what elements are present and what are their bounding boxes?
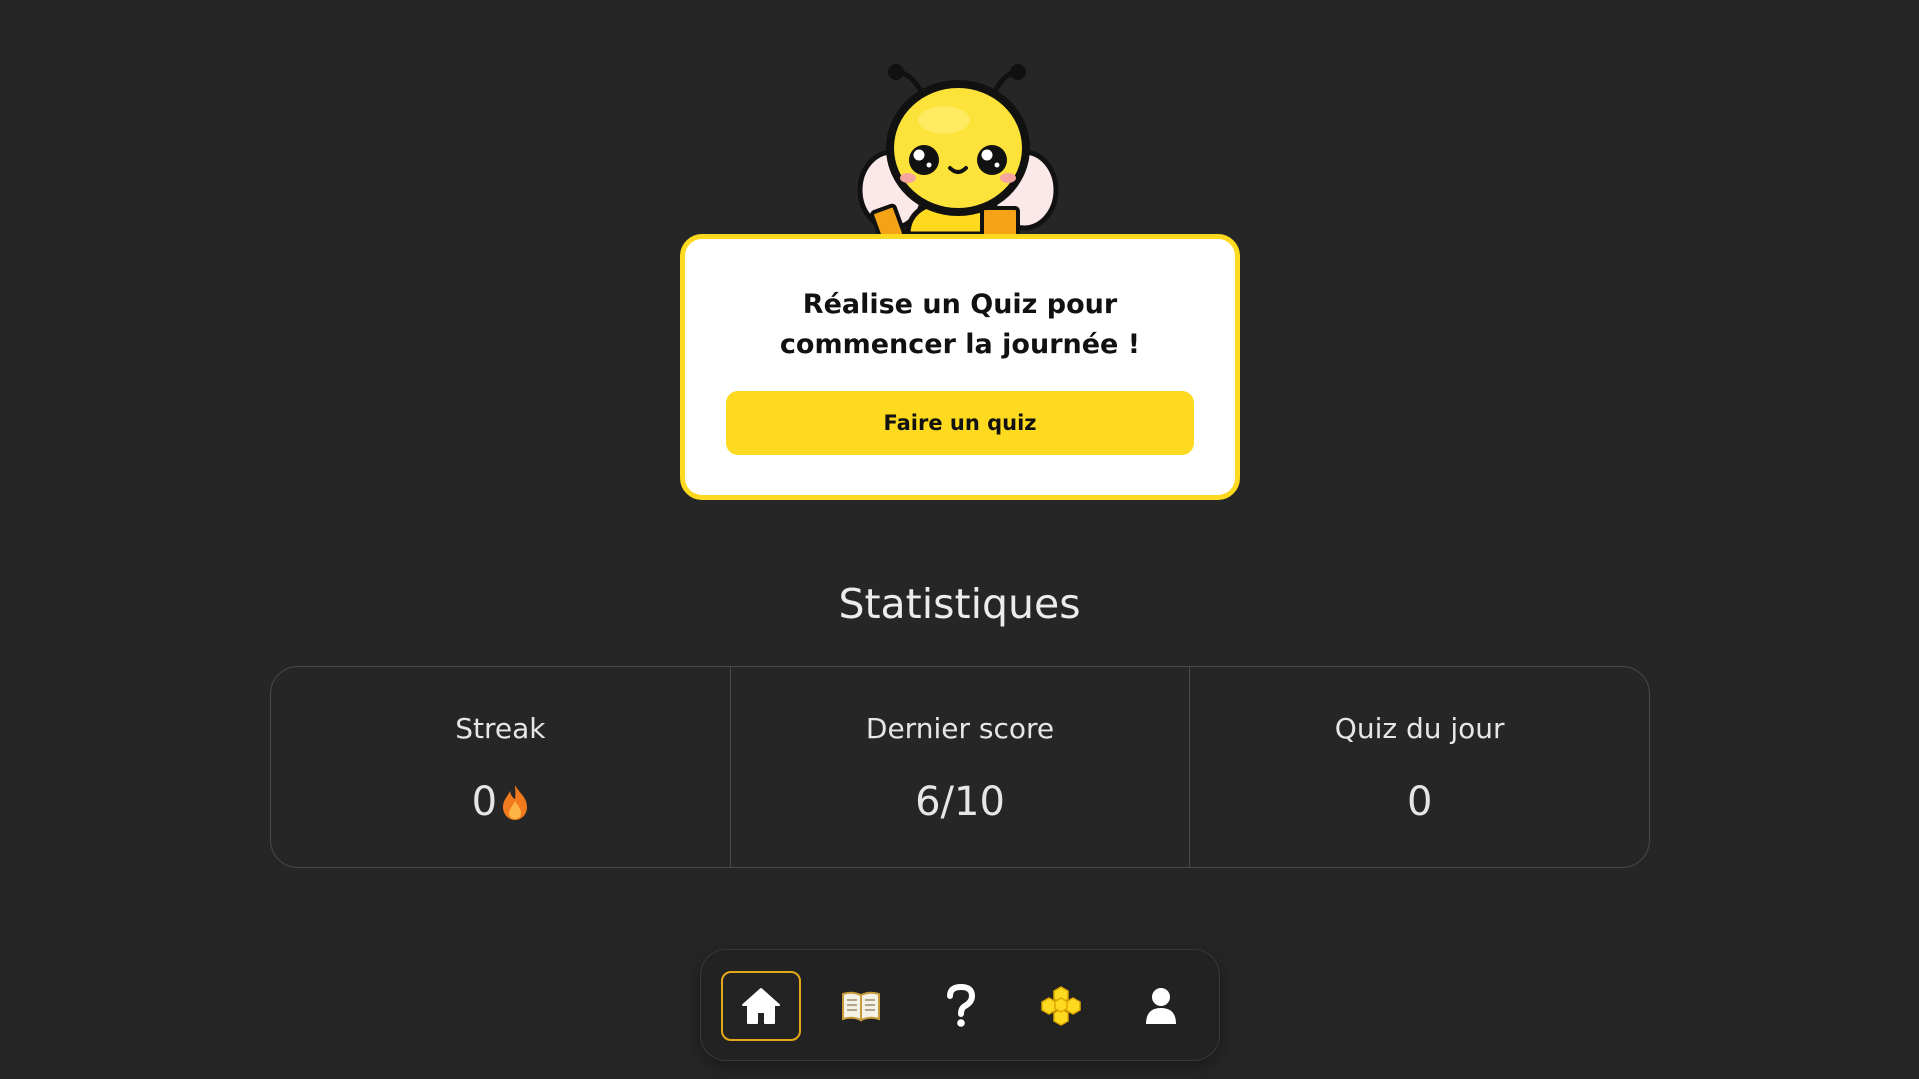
- stats-title: Statistiques: [838, 580, 1081, 628]
- bee-mascot-icon: [857, 64, 1059, 240]
- question-icon: [947, 984, 976, 1027]
- daily-quiz-card: Réalise un Quiz pour commencer la journé…: [680, 234, 1240, 500]
- home-icon: [742, 988, 780, 1024]
- stat-last-score-label: Dernier score: [865, 712, 1055, 745]
- nav-quiz[interactable]: [921, 971, 1001, 1041]
- nav-home[interactable]: [721, 971, 801, 1041]
- stat-streak: Streak 0: [271, 667, 731, 867]
- flame-icon: [503, 785, 528, 820]
- home-screen: Réalise un Quiz pour commencer la journé…: [0, 0, 1919, 1079]
- stat-daily-quiz-label: Quiz du jour: [1334, 712, 1505, 745]
- stat-streak-label: Streak: [455, 712, 546, 745]
- nav-hive[interactable]: [1021, 971, 1101, 1041]
- nav-profile[interactable]: [1121, 971, 1201, 1041]
- stat-streak-value-row: 0: [271, 779, 730, 825]
- honeycomb-icon: [1041, 986, 1081, 1026]
- start-quiz-button[interactable]: Faire un quiz: [726, 391, 1194, 455]
- user-icon: [1146, 988, 1176, 1024]
- book-icon: [842, 991, 880, 1022]
- stat-last-score: Dernier score 6/10: [731, 667, 1191, 867]
- stat-daily-quiz: Quiz du jour 0: [1190, 667, 1649, 867]
- bottom-navigation: [700, 949, 1220, 1061]
- quiz-prompt-message: Réalise un Quiz pour commencer la journé…: [779, 289, 1141, 360]
- stat-last-score-value: 6/10: [915, 779, 1005, 825]
- stat-daily-quiz-value: 0: [1406, 779, 1433, 825]
- stats-panel: Streak 0 Dernier score 6/10 Quiz du jour…: [270, 666, 1650, 868]
- nav-lessons[interactable]: [821, 971, 901, 1041]
- stat-streak-value: 0: [471, 779, 498, 825]
